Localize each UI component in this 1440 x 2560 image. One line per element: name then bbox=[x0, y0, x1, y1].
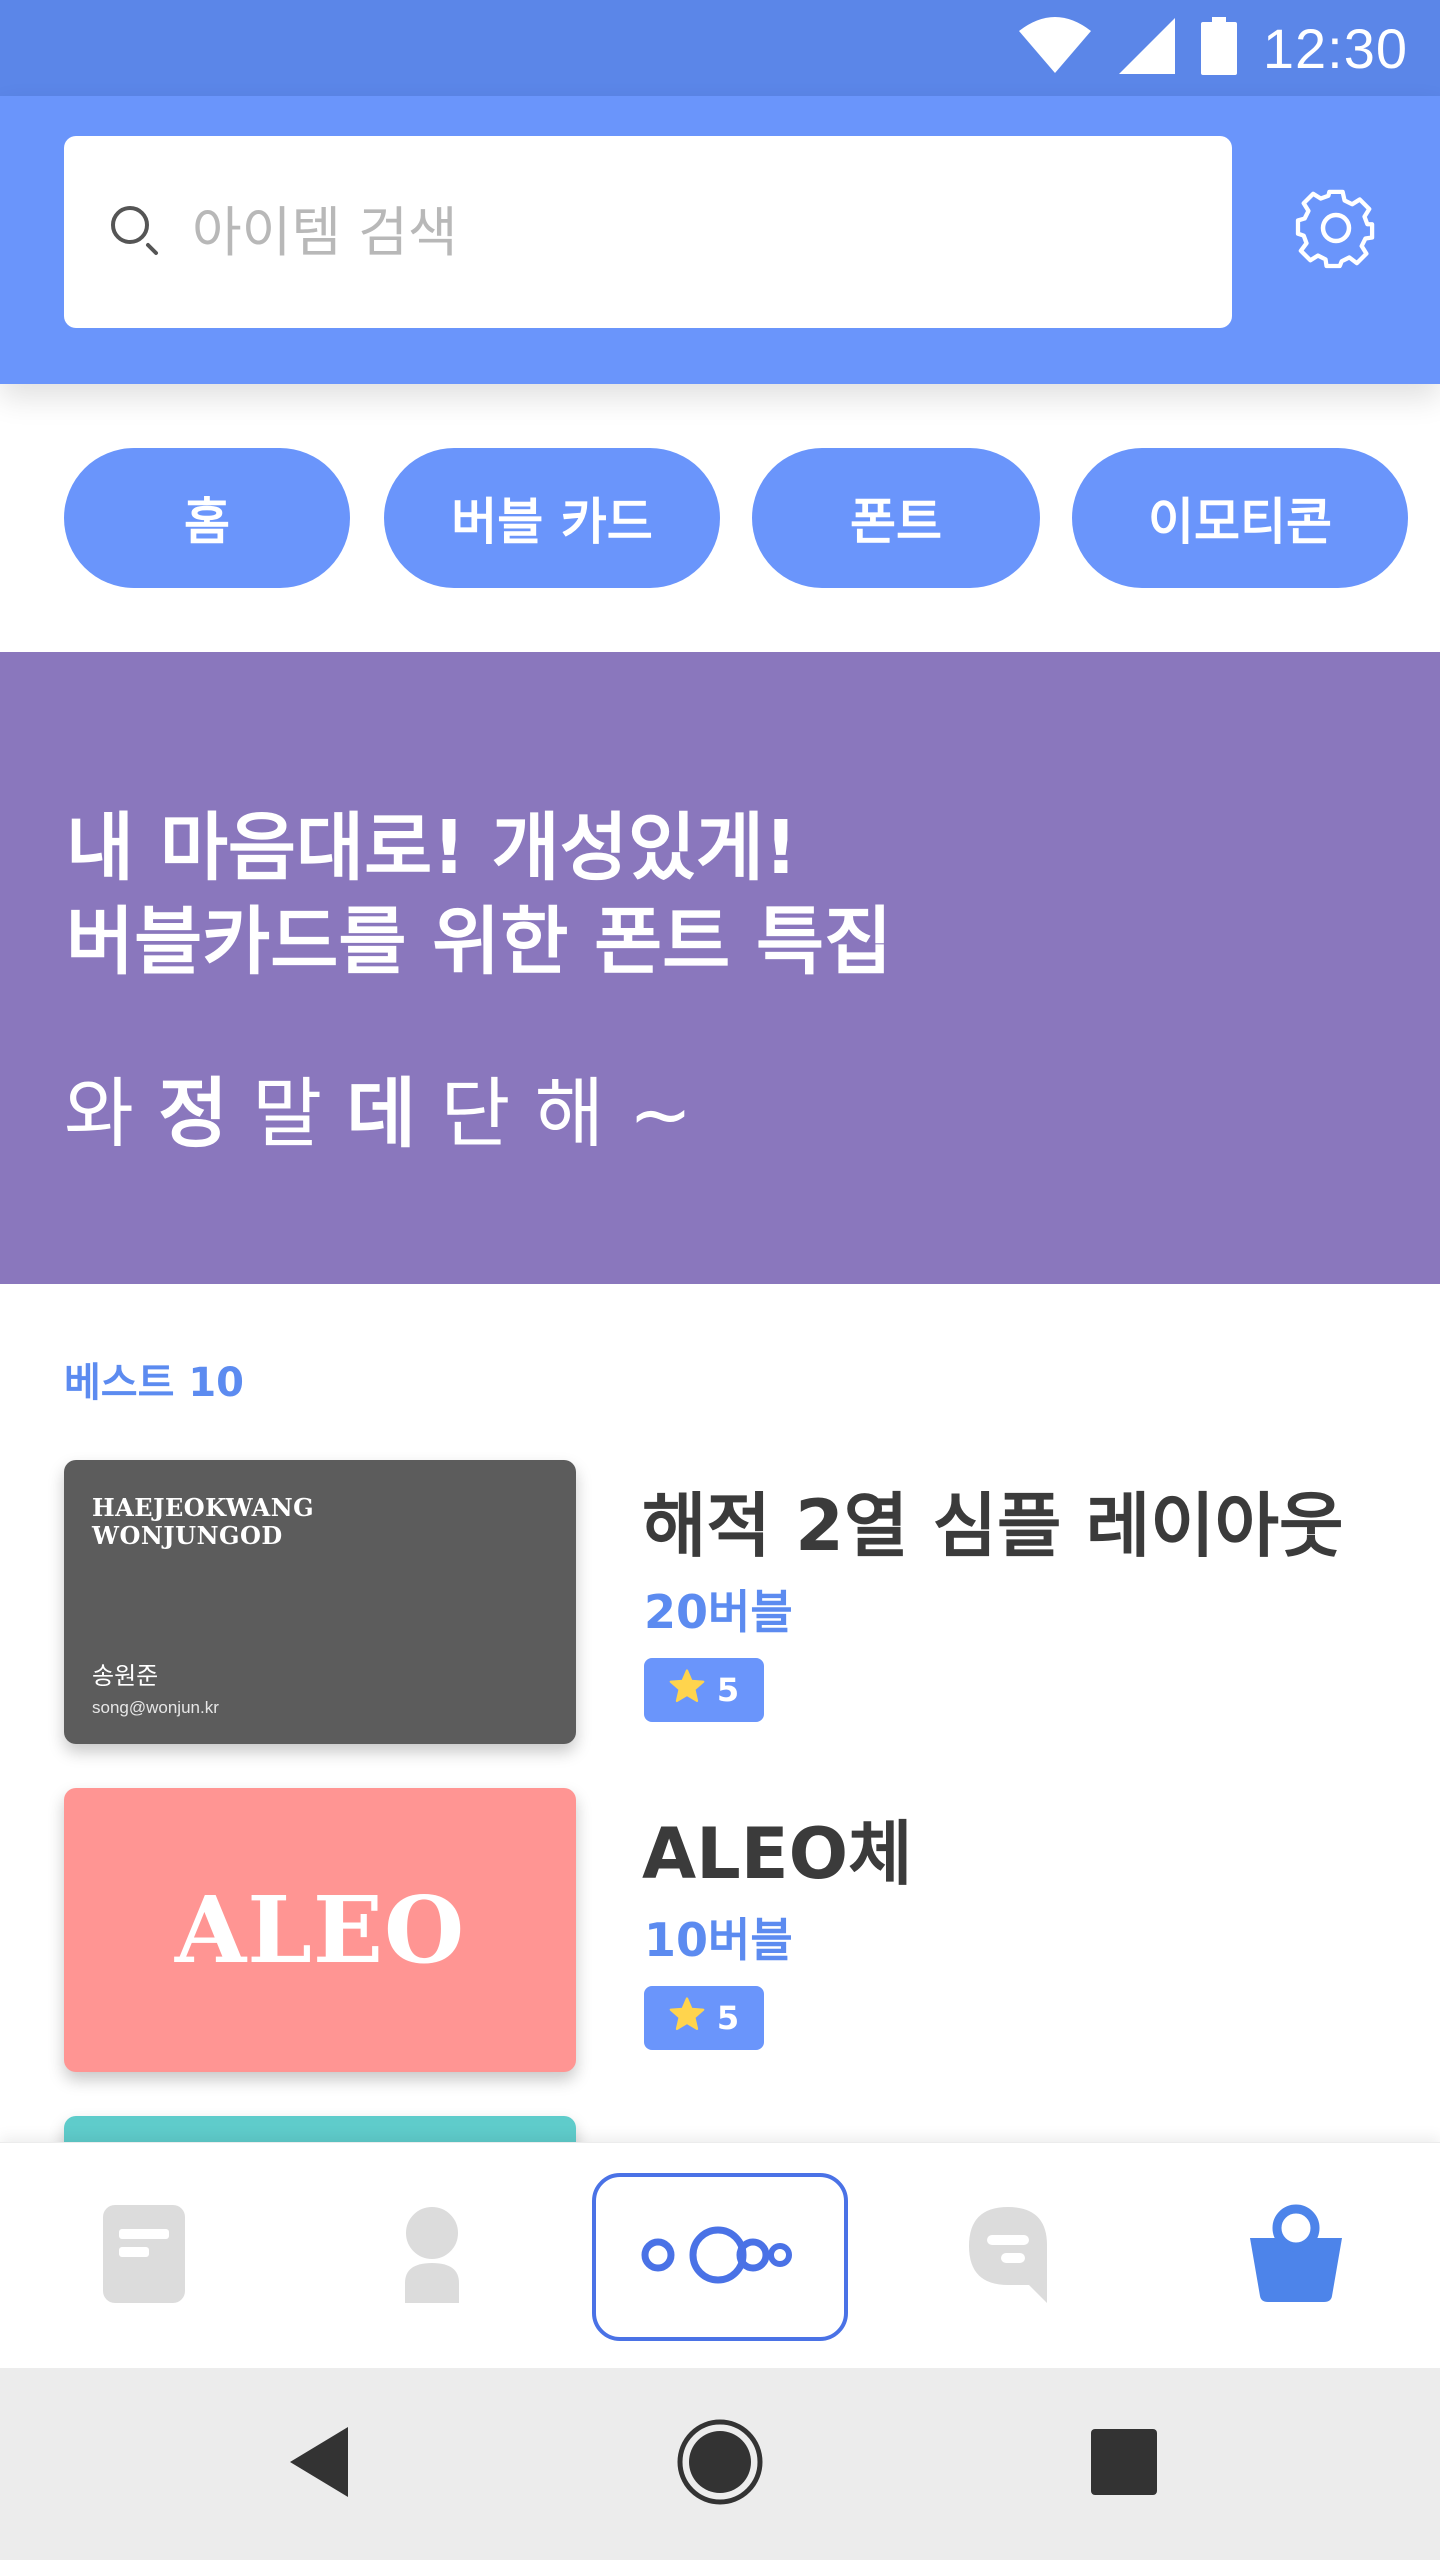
item-price: 10버블 bbox=[644, 1913, 793, 1967]
category-chips: 홈 버블 카드 폰트 이모티콘 bbox=[0, 448, 1440, 588]
shopping-bag-icon bbox=[1246, 2204, 1346, 2308]
search-icon bbox=[108, 203, 162, 261]
promo-banner[interactable]: 내 마음대로! 개성있게! 버블카드를 위한 폰트 특집 와 정 말 데 단 해… bbox=[0, 652, 1440, 1284]
banner-headline-2: 버블카드를 위한 폰트 특집 bbox=[66, 899, 893, 985]
battery-icon bbox=[1200, 17, 1237, 79]
item-title: ALEO체 bbox=[642, 1813, 913, 1895]
rating-value: 5 bbox=[716, 1999, 740, 2037]
item-thumbnail: HAEJEOKWANG WONJUNGOD 송원준 song@wonjun.kr bbox=[64, 1460, 576, 1744]
banner-sub-char: 정 bbox=[158, 1069, 229, 1158]
nav-bubble[interactable] bbox=[592, 2173, 848, 2341]
search-header bbox=[0, 96, 1440, 384]
chip-home[interactable]: 홈 bbox=[64, 448, 350, 588]
nav-chat[interactable] bbox=[908, 2143, 1108, 2369]
item-thumbnail: ALEO bbox=[64, 1788, 576, 2072]
system-recents-button[interactable] bbox=[1024, 2368, 1224, 2560]
star-icon bbox=[669, 1997, 705, 2039]
nav-shop[interactable] bbox=[1196, 2143, 1396, 2369]
system-back-button[interactable] bbox=[220, 2368, 420, 2560]
item-title: 해적 2열 심플 레이아웃 bbox=[642, 1485, 1344, 1567]
list-item[interactable]: HAEJEOKWANG WONJUNGOD 송원준 song@wonjun.kr… bbox=[0, 1460, 1440, 1744]
profile-icon bbox=[401, 2205, 463, 2307]
list-item[interactable]: ALEO ALEO체 10버블 5 bbox=[0, 1788, 1440, 2072]
chat-icon bbox=[967, 2205, 1049, 2307]
rating-badge: 5 bbox=[644, 1658, 764, 1722]
thumbnail-email: song@wonjun.kr bbox=[92, 1698, 219, 1717]
chip-emoticon[interactable]: 이모티콘 bbox=[1072, 448, 1408, 588]
banner-subtitle: 와 정 말 데 단 해 ~ bbox=[64, 1052, 692, 1162]
document-icon bbox=[103, 2205, 185, 2307]
banner-sub-char: 말 bbox=[252, 1069, 323, 1158]
item-price: 20버블 bbox=[644, 1585, 793, 1639]
chip-bubble-card[interactable]: 버블 카드 bbox=[384, 448, 720, 588]
bubble-icon bbox=[640, 2220, 800, 2294]
system-nav-bar bbox=[0, 2368, 1440, 2560]
app-screen: 12:30 홈 버블 bbox=[0, 0, 1440, 2560]
banner-sub-char: 해 bbox=[534, 1069, 605, 1158]
recents-square-icon bbox=[1091, 2429, 1157, 2499]
banner-sub-char: 와 bbox=[64, 1069, 134, 1158]
search-input[interactable] bbox=[192, 200, 1192, 264]
rating-badge: 5 bbox=[644, 1986, 764, 2050]
banner-headline-1: 내 마음대로! 개성있게! bbox=[66, 805, 798, 891]
search-box[interactable] bbox=[64, 136, 1232, 328]
banner-sub-char: 단 bbox=[440, 1069, 511, 1158]
section-title-best: 베스트 10 bbox=[64, 1360, 244, 1406]
rating-value: 5 bbox=[716, 1671, 740, 1709]
gear-icon bbox=[1293, 185, 1379, 275]
banner-sub-char: 데 bbox=[346, 1069, 417, 1158]
wifi-icon bbox=[1017, 17, 1093, 79]
status-bar: 12:30 bbox=[0, 0, 1440, 96]
banner-sub-char: ~ bbox=[628, 1069, 693, 1158]
star-icon bbox=[669, 1669, 705, 1711]
back-triangle-icon bbox=[288, 2425, 352, 2503]
cell-signal-icon bbox=[1118, 18, 1175, 78]
settings-button[interactable] bbox=[1288, 182, 1384, 278]
thumbnail-name: 송원준 bbox=[92, 1662, 159, 1690]
home-circle-icon bbox=[676, 2418, 764, 2510]
nav-documents[interactable] bbox=[44, 2143, 244, 2369]
bottom-nav bbox=[0, 2142, 1440, 2368]
system-home-button[interactable] bbox=[620, 2368, 820, 2560]
status-time: 12:30 bbox=[1262, 16, 1408, 80]
chip-font[interactable]: 폰트 bbox=[752, 448, 1040, 588]
thumbnail-heading: HAEJEOKWANG WONJUNGOD bbox=[92, 1493, 315, 1550]
nav-profile[interactable] bbox=[332, 2143, 532, 2369]
